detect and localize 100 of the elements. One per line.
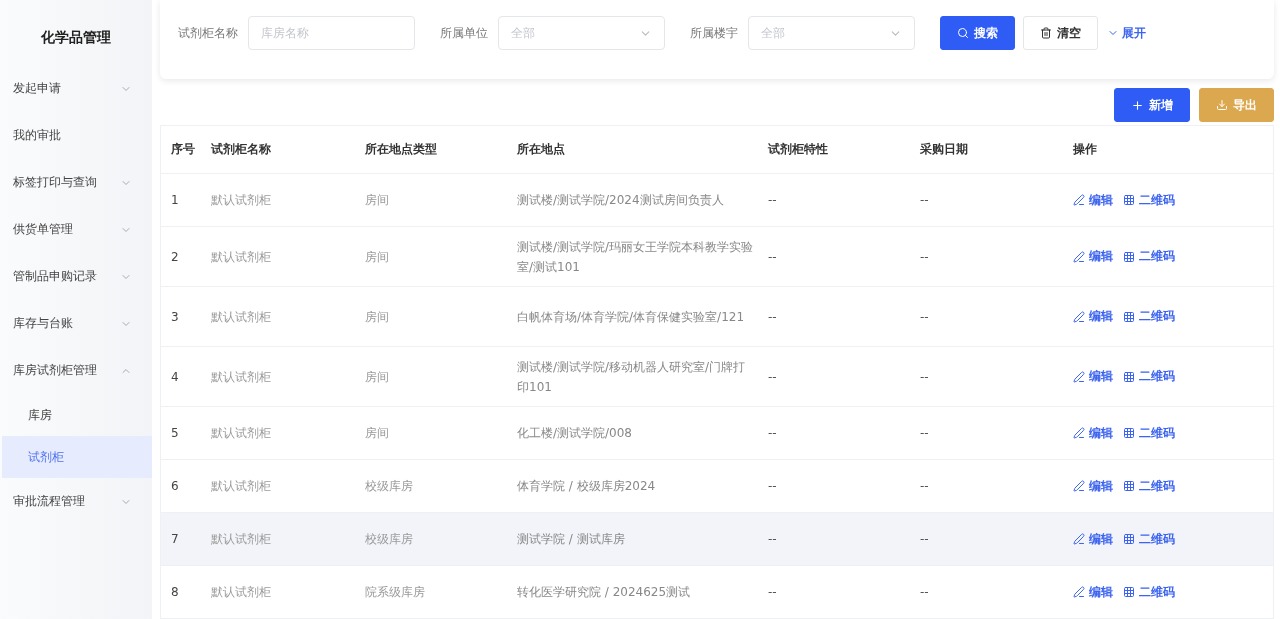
search-icon — [957, 27, 969, 39]
sidebar-subitem[interactable]: 库房 — [2, 394, 152, 436]
table-cell-text: 化工楼/测试学院/008 — [517, 425, 633, 442]
sidebar-item[interactable]: 供货单管理 — [0, 206, 152, 253]
table-cell-text: -- — [768, 248, 778, 266]
table-cell-text: 白帆体育场/体育学院/体育保健实验室/121 — [517, 308, 746, 326]
sidebar-item[interactable]: 库房试剂柜管理 — [0, 347, 152, 394]
sidebar-item[interactable]: 管制品申购记录 — [0, 253, 152, 300]
table-cell-text: -- — [920, 248, 930, 266]
expand-link[interactable]: 展开 — [1104, 16, 1149, 50]
edit-link[interactable]: 编辑 — [1073, 477, 1113, 495]
table-cell-text: 6 — [171, 478, 180, 495]
edit-link[interactable]: 编辑 — [1073, 368, 1113, 385]
qrcode-link[interactable]: 二维码 — [1123, 248, 1175, 265]
table-cell-text: -- — [920, 531, 930, 548]
table-cell-text: -- — [768, 425, 778, 442]
table-cell-text: 默认试剂柜 — [211, 248, 272, 266]
pen-icon — [1073, 480, 1085, 492]
table-cell-text: 默认试剂柜 — [211, 478, 272, 495]
grid-icon — [1123, 480, 1135, 492]
trash-icon — [1040, 27, 1052, 39]
table-cell-text: 5 — [171, 425, 180, 442]
edit-link[interactable]: 编辑 — [1073, 530, 1113, 548]
table-cell-text: -- — [920, 425, 930, 442]
table-cell-text: 房间 — [365, 192, 390, 209]
pen-icon — [1073, 427, 1085, 439]
table-cell-text: 默认试剂柜 — [211, 308, 272, 326]
table-cell-text: 默认试剂柜 — [211, 425, 272, 442]
filter-label: 试剂柜名称 — [178, 25, 238, 42]
qrcode-link[interactable]: 二维码 — [1123, 308, 1175, 325]
table-cell-text: -- — [920, 192, 930, 209]
pen-icon — [1073, 370, 1085, 383]
column-header: 操作 — [1073, 141, 1098, 158]
qrcode-link[interactable]: 二维码 — [1123, 530, 1175, 548]
table-cell-text: 校级库房 — [365, 531, 414, 548]
table-cell-text: 8 — [171, 584, 180, 601]
add-button[interactable]: 新增 — [1114, 88, 1190, 122]
table-cell-text: -- — [768, 584, 778, 601]
table-cell-text: 测试楼/测试学院/2024测试房间负责人 — [517, 192, 725, 209]
table-cell-text: 校级库房 — [365, 478, 414, 495]
sidebar-item[interactable]: 发起申请 — [0, 65, 152, 112]
table-cell-text: -- — [920, 478, 930, 495]
edit-link[interactable]: 编辑 — [1073, 424, 1113, 442]
table-cell-text: 房间 — [365, 248, 390, 266]
qrcode-link[interactable]: 二维码 — [1123, 583, 1175, 601]
grid-icon — [1123, 250, 1135, 263]
table-cell-text: 测试楼/测试学院/玛丽女王学院本科教学实验室/测试101 — [517, 238, 755, 276]
table-cell-text: 2 — [171, 248, 180, 266]
grid-icon — [1123, 370, 1135, 383]
table-cell-text: -- — [920, 308, 930, 326]
table-cell-text: 4 — [171, 368, 180, 386]
table-cell-text: 测试楼/测试学院/移动机器人研究室/门牌打印101 — [517, 358, 747, 396]
sidebar-subitem[interactable]: 试剂柜 — [2, 436, 152, 478]
table-cell-text: 转化医学研究院 / 2024625测试 — [517, 584, 692, 601]
search-button[interactable]: 搜索 — [940, 16, 1015, 50]
sidebar-item[interactable]: 库存与台账 — [0, 300, 152, 347]
table-cell-text: 3 — [171, 308, 180, 326]
download-icon — [1216, 99, 1228, 111]
table-cell-text: 院系级库房 — [365, 584, 426, 601]
table-cell-text: -- — [920, 368, 930, 386]
column-header: 序号 — [171, 141, 196, 158]
edit-link[interactable]: 编辑 — [1073, 191, 1113, 209]
table-cell-text: 7 — [171, 531, 180, 548]
qrcode-link[interactable]: 二维码 — [1123, 477, 1175, 495]
edit-link[interactable]: 编辑 — [1073, 308, 1113, 325]
grid-icon — [1123, 427, 1135, 439]
table-cell-text: 默认试剂柜 — [211, 192, 272, 209]
clear-button[interactable]: 清空 — [1023, 16, 1098, 50]
table-cell-text: -- — [920, 584, 930, 601]
table-cell-text: -- — [768, 192, 778, 209]
column-header: 采购日期 — [920, 141, 969, 158]
app-title: 化学品管理 — [40, 28, 112, 47]
table-cell-text: 房间 — [365, 368, 390, 386]
qrcode-link[interactable]: 二维码 — [1123, 191, 1175, 209]
table-cell-text: 1 — [171, 192, 180, 209]
column-header: 试剂柜名称 — [211, 141, 272, 158]
edit-link[interactable]: 编辑 — [1073, 583, 1113, 601]
table-cell-text: 默认试剂柜 — [211, 368, 272, 386]
sidebar-item[interactable]: 标签打印与查询 — [0, 159, 152, 206]
edit-link[interactable]: 编辑 — [1073, 248, 1113, 265]
grid-icon — [1123, 586, 1135, 598]
table-cell-text: -- — [768, 478, 778, 495]
sidebar-item[interactable]: 审批流程管理 — [0, 478, 152, 525]
column-header: 试剂柜特性 — [768, 141, 829, 158]
sidebar-item[interactable]: 我的审批 — [0, 112, 152, 159]
table-cell-text: 默认试剂柜 — [211, 531, 272, 548]
table-cell-text: 房间 — [365, 308, 390, 326]
grid-icon — [1123, 310, 1135, 323]
pen-icon — [1073, 250, 1085, 263]
table-cell-text: 测试学院 / 测试库房 — [517, 531, 626, 548]
table-cell-text: -- — [768, 368, 778, 386]
table-cell-text: 默认试剂柜 — [211, 584, 272, 601]
column-header: 所在地点 — [517, 141, 566, 158]
table-cell-text: 体育学院 / 校级库房2024 — [517, 478, 657, 495]
qrcode-link[interactable]: 二维码 — [1123, 368, 1175, 385]
pen-icon — [1073, 310, 1085, 323]
table-cell-text: -- — [768, 531, 778, 548]
column-header: 所在地点类型 — [365, 141, 438, 158]
table-cell-text: -- — [768, 308, 778, 326]
qrcode-link[interactable]: 二维码 — [1123, 424, 1175, 442]
